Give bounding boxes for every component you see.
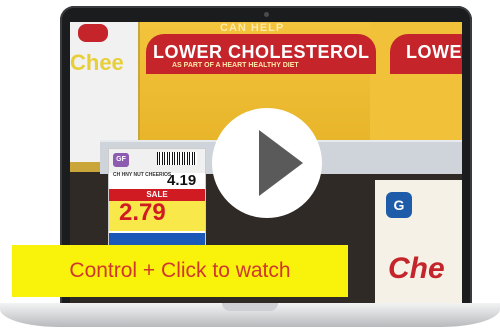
right-box-text: Che (388, 252, 445, 285)
price-tag-footer (109, 233, 205, 245)
laptop-notch (222, 303, 278, 311)
general-mills-logo: G (386, 192, 412, 218)
left-box-logo (78, 24, 108, 42)
gluten-free-badge: GF (113, 153, 129, 167)
camera-dot (264, 12, 269, 17)
price-tag: GF CH HNY NUT CHEERIOS 4.19 SALE 2.79 (108, 148, 206, 246)
play-icon[interactable] (259, 130, 303, 196)
watch-caption[interactable]: Control + Click to watch (12, 245, 348, 297)
regular-price: 4.19 (167, 172, 197, 189)
box-kicker: CAN HELP (220, 22, 285, 34)
watch-caption-text: Control + Click to watch (69, 259, 291, 282)
laptop-frame: Chee CAN HELP LOWER CHOLESTEROL LOWE AS … (0, 0, 500, 334)
box-subline: AS PART OF A HEART HEALTHY DIET (172, 62, 299, 69)
box-headline: LOWER CHOLESTEROL (153, 42, 370, 62)
barcode (157, 152, 197, 165)
box-headline-right: LOWE (406, 42, 462, 62)
price-tag-item: CH HNY NUT CHEERIOS (113, 172, 172, 178)
sale-price: 2.79 (119, 199, 166, 226)
left-box-text: Chee (70, 50, 124, 75)
